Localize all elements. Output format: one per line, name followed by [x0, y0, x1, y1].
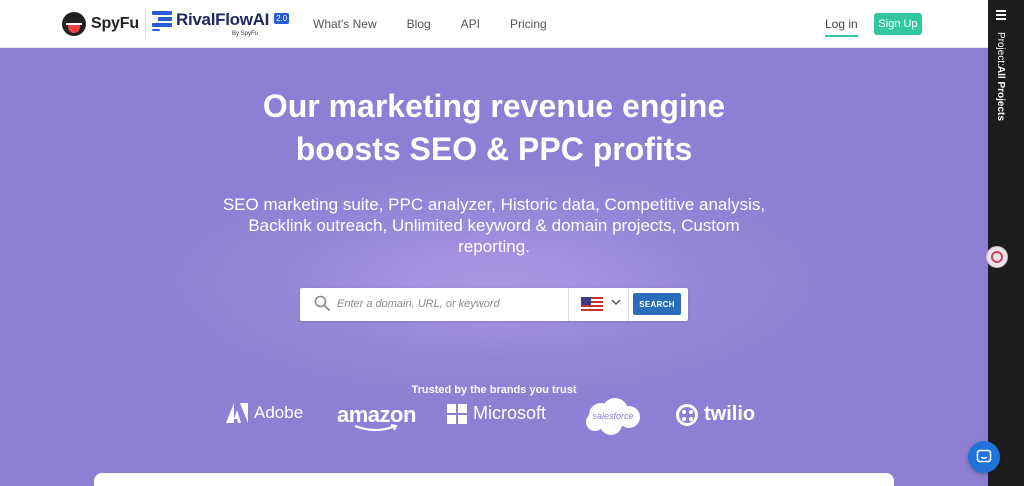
search-bar: SEARCH — [300, 288, 688, 321]
chevron-down-icon — [611, 299, 621, 306]
twilio-icon — [676, 403, 698, 426]
chat-icon — [976, 449, 992, 463]
rivalflow-logo[interactable]: RivalFlowAI 2.0 By SpyFu — [152, 10, 290, 37]
brand-amazon: amazon — [337, 402, 416, 432]
signup-button[interactable]: Sign Up — [874, 13, 922, 35]
main-nav: What's New Blog API Pricing — [313, 17, 577, 31]
hero-headline-line-1: Our marketing revenue engine — [262, 88, 726, 124]
microsoft-icon — [447, 403, 467, 424]
hero-subline: SEO marketing suite, PPC analyzer, Histo… — [222, 195, 766, 256]
spyfu-logo[interactable]: SpyFu — [62, 12, 139, 36]
rivalflow-by-label: By SpyFu — [232, 31, 259, 37]
brand-adobe-text: Adobe — [254, 403, 304, 422]
rivalflow-logo-text: RivalFlowAI — [176, 10, 270, 29]
us-flag-icon — [581, 297, 603, 311]
nav-pricing[interactable]: Pricing — [510, 17, 547, 31]
project-sidebar: Project:All Projects — [986, 0, 1024, 486]
brand-adobe: Adobe — [226, 403, 303, 423]
brand-microsoft-text: Microsoft — [473, 403, 547, 423]
spyfu-logo-icon — [62, 12, 86, 36]
adobe-icon — [226, 403, 248, 423]
extension-avatar-icon[interactable] — [986, 246, 1008, 268]
search-button[interactable]: SEARCH — [633, 293, 681, 315]
country-select[interactable] — [568, 288, 629, 321]
amazon-smile-icon — [355, 424, 398, 432]
project-selector[interactable]: Project:All Projects — [990, 32, 1010, 132]
hero-headline-line-2: boosts SEO & PPC profits — [295, 131, 693, 167]
nav-whats-new[interactable]: What's New — [313, 17, 377, 31]
rivalflow-logo-icon — [152, 11, 172, 31]
nav-blog[interactable]: Blog — [407, 17, 431, 31]
brand-salesforce-text: salesforce — [592, 411, 634, 421]
search-icon — [314, 295, 330, 311]
project-label-prefix: Project: — [995, 32, 1006, 66]
chat-button[interactable] — [968, 441, 1000, 473]
nav-api[interactable]: API — [461, 17, 480, 31]
site-header: SpyFu RivalFlowAI 2.0 By SpyFu What's Ne… — [0, 0, 988, 48]
search-input[interactable] — [337, 294, 562, 314]
brand-twilio-text: twilio — [704, 403, 756, 425]
project-label-value: All Projects — [995, 65, 1006, 121]
rivalflow-version-badge: 2.0 — [274, 13, 290, 24]
hero-headline: Our marketing revenue engine boosts SEO … — [0, 85, 988, 171]
menu-icon[interactable] — [996, 10, 1006, 20]
trusted-label: Trusted by the brands you trust — [411, 384, 577, 396]
salesforce-cloud-icon: salesforce — [583, 397, 643, 437]
hero-section: Our marketing revenue engine boosts SEO … — [0, 48, 988, 486]
login-link[interactable]: Log in — [825, 17, 858, 37]
brand-microsoft: Microsoft — [447, 403, 546, 424]
brand-salesforce: salesforce — [583, 397, 643, 437]
brand-twilio: twilio — [676, 403, 755, 426]
spyfu-logo-text: SpyFu — [91, 15, 139, 32]
content-card — [94, 473, 894, 486]
logo-divider — [145, 10, 146, 38]
page: SpyFu RivalFlowAI 2.0 By SpyFu What's Ne… — [0, 0, 988, 486]
